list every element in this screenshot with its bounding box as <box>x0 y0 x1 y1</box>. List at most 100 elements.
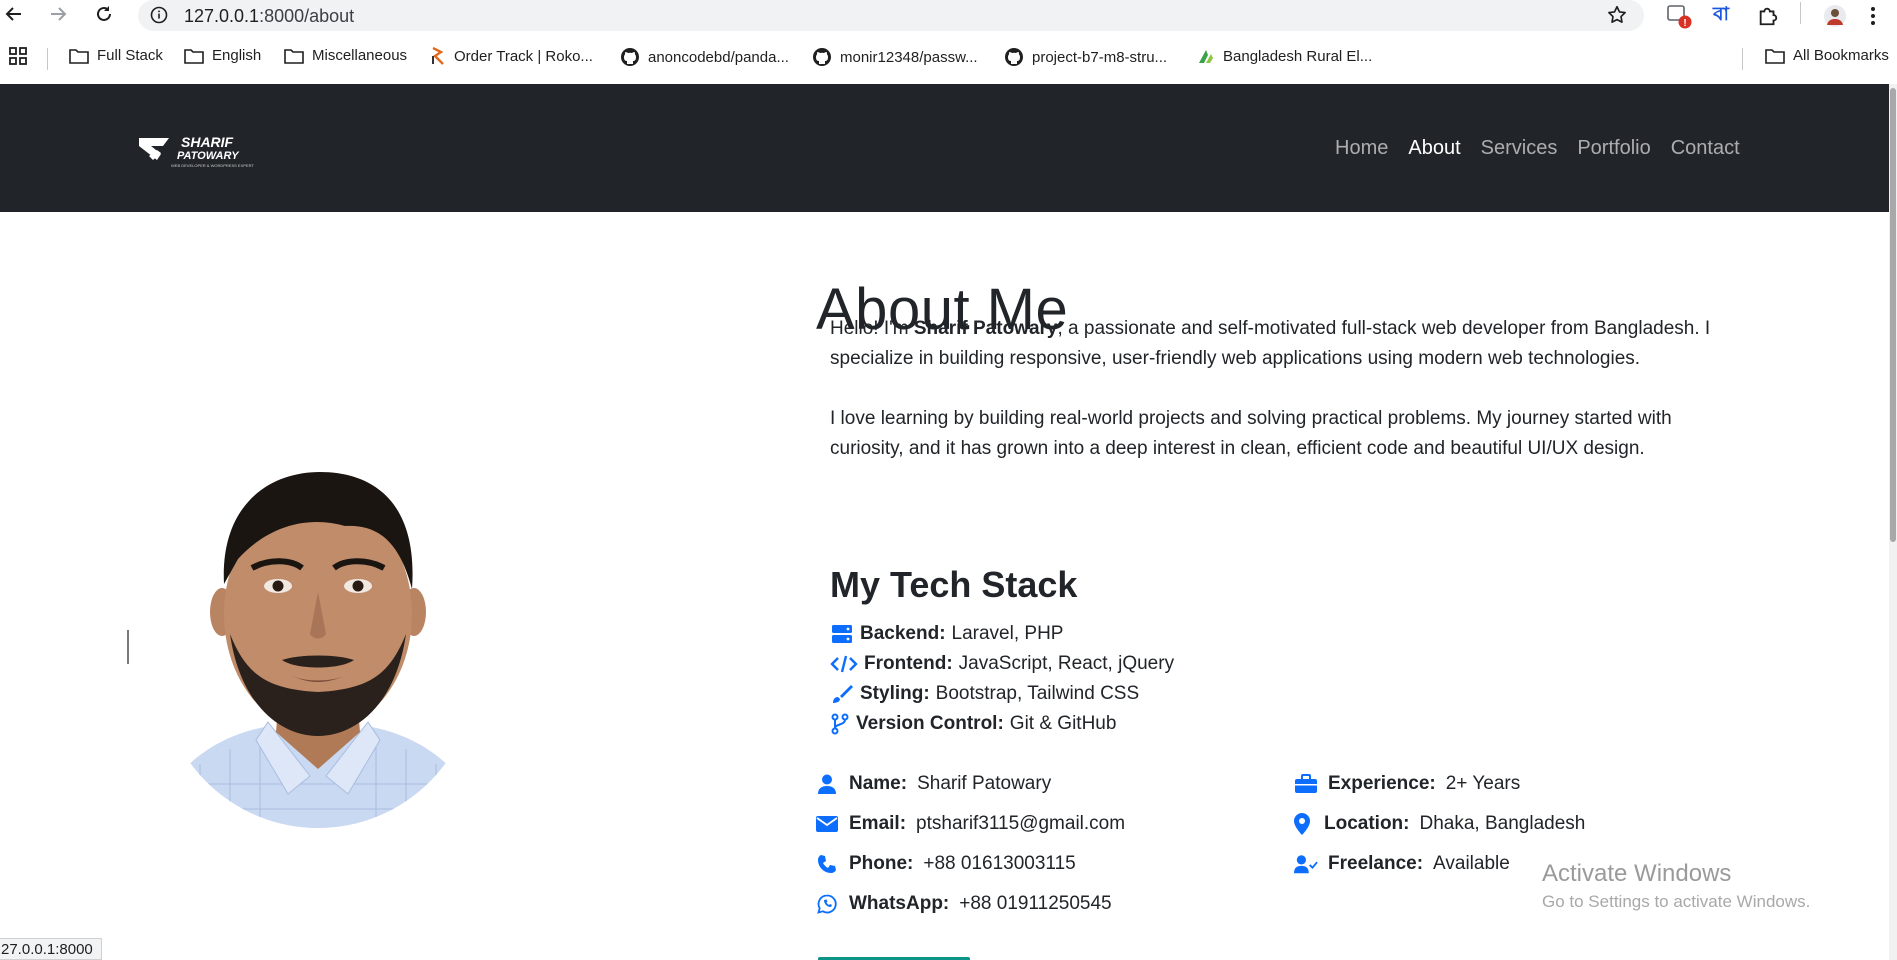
info-phone: Phone: +88 01613003115 <box>815 852 1076 876</box>
forward-icon[interactable] <box>46 2 70 26</box>
intro-text: Hello! I'm <box>830 318 914 339</box>
windows-activation-watermark: Activate Windows Go to Settings to activ… <box>1542 860 1810 912</box>
bookmark-github-passw[interactable]: monir12348/passw... <box>812 47 978 67</box>
nav-services-link[interactable]: Services <box>1481 137 1558 160</box>
watermark-line-1: Activate Windows <box>1542 860 1732 887</box>
bookmark-folder-miscellaneous[interactable]: Miscellaneous <box>284 47 407 64</box>
info-whatsapp: WhatsApp: +88 01911250545 <box>815 892 1112 916</box>
site-info-icon[interactable] <box>150 6 168 29</box>
git-branch-icon <box>830 712 850 736</box>
site-menu: Home About Services Portfolio Contact <box>1335 137 1740 160</box>
tech-stack-value: Bootstrap, Tailwind CSS <box>935 683 1140 704</box>
tech-stack-label: Version Control: <box>856 713 1004 734</box>
info-value: Available <box>1433 853 1510 874</box>
url-text[interactable]: 127.0.0.1:8000/about <box>184 6 354 27</box>
user-check-icon <box>1294 852 1318 876</box>
bookmark-label: Full Stack <box>97 47 163 64</box>
site-navbar: SHARIF PATOWARY WEB DEVELOPER & WORDPRES… <box>0 84 1889 212</box>
tech-stack-label: Frontend: <box>864 653 953 674</box>
info-value[interactable]: +88 01613003115 <box>923 853 1075 875</box>
tech-stack-value: Git & GitHub <box>1009 713 1117 734</box>
extensions-puzzle-icon[interactable] <box>1755 3 1781 29</box>
info-location: Location: Dhaka, Bangladesh <box>1290 812 1585 836</box>
extension-notification-icon[interactable]: ! <box>1666 3 1692 29</box>
whatsapp-icon <box>815 892 839 916</box>
phone-icon <box>815 852 839 876</box>
tech-stack-value: Laravel, PHP <box>951 623 1064 644</box>
all-bookmarks-button[interactable]: All Bookmarks <box>1765 47 1889 64</box>
translate-extension-icon[interactable]: বা <box>1708 3 1734 29</box>
envelope-icon <box>815 812 839 836</box>
scrollbar-thumb[interactable] <box>1890 88 1896 542</box>
bookmark-folder-english[interactable]: English <box>184 47 261 64</box>
bookmark-star-icon[interactable] <box>1606 4 1628 31</box>
bookmark-github-panda[interactable]: anoncodebd/panda... <box>620 47 789 67</box>
tech-stack-value: JavaScript, React, jQuery <box>958 653 1175 674</box>
brush-icon <box>830 682 854 706</box>
photo-edge-line <box>127 630 129 664</box>
bookmark-folder-full-stack[interactable]: Full Stack <box>69 47 163 64</box>
tech-stack-item-version-control: Version Control: Git & GitHub <box>830 712 1116 736</box>
info-label: Location: <box>1324 813 1410 834</box>
bookmark-label: monir12348/passw... <box>840 48 978 66</box>
profile-photo <box>160 464 476 828</box>
tech-stack-label: Styling: <box>860 683 930 704</box>
intro-name: Sharif Patowary <box>913 318 1058 339</box>
bookmarks-divider <box>47 48 48 70</box>
info-name: Name: Sharif Patowary <box>815 772 1051 796</box>
bookmark-bangladesh-rural[interactable]: Bangladesh Rural El... <box>1197 47 1372 65</box>
github-icon <box>1005 48 1023 66</box>
nav-about-link[interactable]: About <box>1408 137 1460 160</box>
github-icon <box>621 48 639 66</box>
info-value[interactable]: +88 01911250545 <box>959 893 1111 915</box>
info-experience: Experience: 2+ Years <box>1294 772 1520 796</box>
toolbar-divider <box>1800 2 1801 24</box>
info-value: 2+ Years <box>1445 773 1521 794</box>
bookmarks-divider <box>1742 48 1743 70</box>
info-email: Email: ptsharif3115@gmail.com <box>815 812 1125 836</box>
info-label: Freelance: <box>1328 853 1424 874</box>
apps-grid-icon[interactable] <box>9 47 27 65</box>
server-icon <box>830 622 854 646</box>
user-icon <box>815 772 839 796</box>
profile-avatar-icon[interactable] <box>1822 3 1848 29</box>
reload-icon[interactable] <box>92 2 116 26</box>
bookmark-label: project-b7-m8-stru... <box>1032 48 1168 66</box>
svg-text:WEB DEVELOPER & WORDPRESS EXPE: WEB DEVELOPER & WORDPRESS EXPERT <box>171 163 254 168</box>
bookmark-github-project[interactable]: project-b7-m8-stru... <box>1004 47 1167 67</box>
about-intro-paragraph: Hello! I'm Sharif Patowary, a passionate… <box>830 314 1735 374</box>
folder-icon <box>184 48 204 64</box>
info-label: Email: <box>849 813 907 834</box>
tech-stack-label: Backend: <box>860 623 946 644</box>
tech-stack-item-styling: Styling: Bootstrap, Tailwind CSS <box>830 682 1139 706</box>
about-journey-paragraph: I love learning by building real-world p… <box>830 408 1672 459</box>
watermark-line-2: Go to Settings to activate Windows. <box>1542 892 1811 911</box>
bookmark-label: Order Track | Roko... <box>454 47 593 65</box>
info-label: WhatsApp: <box>849 893 950 914</box>
info-value[interactable]: ptsharif3115@gmail.com <box>916 813 1125 835</box>
page-viewport: SHARIF PATOWARY WEB DEVELOPER & WORDPRES… <box>0 84 1889 960</box>
site-logo[interactable]: SHARIF PATOWARY WEB DEVELOPER & WORDPRES… <box>137 130 261 170</box>
map-pin-icon <box>1290 812 1314 836</box>
svg-text:!: ! <box>1683 18 1686 29</box>
bookmark-label: Bangladesh Rural El... <box>1223 47 1373 65</box>
bookmark-label: anoncodebd/panda... <box>648 48 789 66</box>
nav-contact-link[interactable]: Contact <box>1671 137 1740 160</box>
page-scrollbar[interactable] <box>1889 84 1897 960</box>
back-icon[interactable] <box>2 2 26 26</box>
bookmark-order-track[interactable]: Order Track | Roko... <box>430 47 593 65</box>
tech-stack-title: My Tech Stack <box>830 564 1078 605</box>
code-icon <box>830 652 858 676</box>
all-bookmarks-label: All Bookmarks <box>1793 47 1889 64</box>
folder-icon <box>69 48 89 64</box>
briefcase-icon <box>1294 772 1318 796</box>
tech-stack-item-backend: Backend: Laravel, PHP <box>830 622 1063 646</box>
bookmark-label: English <box>212 47 262 64</box>
nav-home-link[interactable]: Home <box>1335 137 1388 160</box>
browser-toolbar: 127.0.0.1:8000/about ! বা <box>0 0 1897 31</box>
folder-icon <box>1765 48 1785 64</box>
browser-menu-icon[interactable] <box>1860 3 1886 29</box>
address-bar[interactable]: 127.0.0.1:8000/about <box>138 0 1644 31</box>
info-value: Sharif Patowary <box>917 773 1052 794</box>
nav-portfolio-link[interactable]: Portfolio <box>1577 137 1650 160</box>
